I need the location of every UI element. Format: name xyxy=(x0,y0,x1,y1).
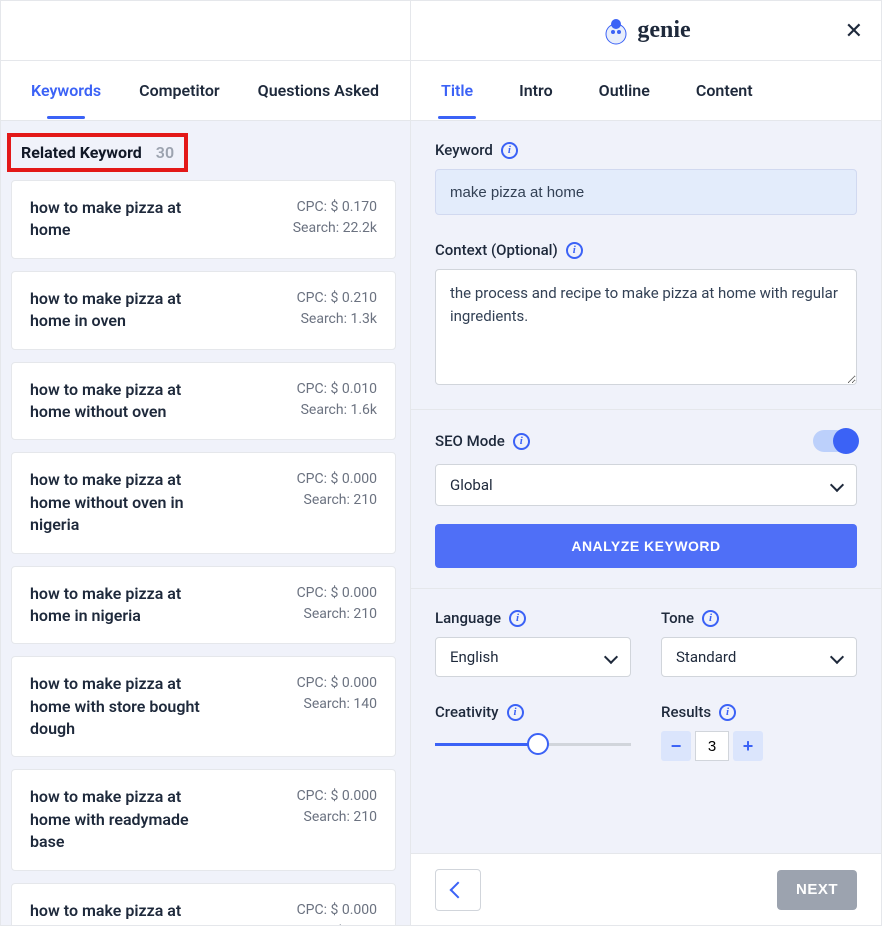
tab-outline[interactable]: Outline xyxy=(599,63,650,118)
keyword-text: how to make pizza at home without oven i… xyxy=(30,469,215,536)
seo-mode-toggle[interactable] xyxy=(813,430,857,452)
back-button[interactable] xyxy=(435,869,481,911)
info-icon[interactable]: i xyxy=(566,242,583,259)
keyword-stats: CPC: $ 0.000Search: 210 xyxy=(297,469,377,511)
info-icon[interactable]: i xyxy=(509,610,526,627)
info-icon[interactable]: i xyxy=(719,704,736,721)
tab-questions[interactable]: Questions Asked xyxy=(258,63,379,118)
results-value[interactable] xyxy=(695,731,729,761)
search-value: Search: 1.3k xyxy=(297,309,377,330)
info-icon[interactable]: i xyxy=(501,142,518,159)
info-icon[interactable]: i xyxy=(513,433,530,450)
app-header: genie ✕ xyxy=(411,1,881,61)
next-button[interactable]: NEXT xyxy=(777,870,857,910)
tab-competitor[interactable]: Competitor xyxy=(139,63,220,118)
keyword-text: how to make pizza at home in microwave xyxy=(30,900,215,925)
cpc-value: CPC: $ 0.000 xyxy=(297,469,377,490)
related-title: Related Keyword xyxy=(21,143,142,162)
footer: NEXT xyxy=(411,853,881,925)
search-value: Search: 1.6k xyxy=(297,400,377,421)
chevron-down-icon xyxy=(830,478,844,492)
cpc-value: CPC: $ 0.010 xyxy=(297,379,377,400)
language-value: English xyxy=(450,648,499,666)
keyword-input[interactable] xyxy=(435,169,857,215)
right-tabs: Title Intro Outline Content xyxy=(411,61,881,121)
keyword-text: how to make pizza at home xyxy=(30,197,215,242)
keyword-stats: CPC: $ 0.210Search: 1.3k xyxy=(297,288,377,330)
context-label: Context (Optional) xyxy=(435,241,558,259)
keyword-stats: CPC: $ 0.000Search: 110 xyxy=(297,900,377,925)
tone-label: Tone xyxy=(661,609,694,627)
close-button[interactable]: ✕ xyxy=(845,18,863,44)
chevron-down-icon xyxy=(830,650,844,664)
keyword-card[interactable]: how to make pizza at home without oven i… xyxy=(11,452,396,553)
cpc-value: CPC: $ 0.000 xyxy=(297,583,377,604)
genie-icon xyxy=(601,16,631,46)
language-select[interactable]: English xyxy=(435,637,631,677)
tab-intro[interactable]: Intro xyxy=(519,63,553,118)
search-value: Search: 110 xyxy=(297,921,377,925)
results-stepper: − + xyxy=(661,731,857,761)
search-value: Search: 22.2k xyxy=(293,218,377,239)
info-icon[interactable]: i xyxy=(507,704,524,721)
search-value: Search: 210 xyxy=(297,807,377,828)
search-value: Search: 140 xyxy=(297,694,377,715)
region-select[interactable]: Global xyxy=(435,464,857,506)
creativity-slider[interactable] xyxy=(435,733,631,755)
results-label: Results xyxy=(661,703,711,721)
chevron-down-icon xyxy=(604,650,618,664)
keyword-text: how to make pizza at home in nigeria xyxy=(30,583,215,628)
related-keyword-header: Related Keyword 30 xyxy=(7,133,188,172)
keyword-text: how to make pizza at home with store bou… xyxy=(30,673,215,740)
keyword-card[interactable]: how to make pizza at home CPC: $ 0.170Sea… xyxy=(11,180,396,259)
keyword-stats: CPC: $ 0.170Search: 22.2k xyxy=(293,197,377,239)
keyword-card[interactable]: how to make pizza at home with readymade… xyxy=(11,769,396,870)
left-panel: Keywords Competitor Questions Asked Rela… xyxy=(1,1,411,925)
cpc-value: CPC: $ 0.000 xyxy=(297,673,377,694)
brand-logo: genie xyxy=(601,16,690,46)
related-count: 30 xyxy=(156,143,174,162)
right-panel: genie ✕ Title Intro Outline Content Keyw… xyxy=(411,1,881,925)
info-icon[interactable]: i xyxy=(702,610,719,627)
keyword-card[interactable]: how to make pizza at home without oven CP… xyxy=(11,362,396,441)
keyword-card[interactable]: how to make pizza at home in oven CPC: $ … xyxy=(11,271,396,350)
keyword-text: how to make pizza at home in oven xyxy=(30,288,215,333)
tab-keywords[interactable]: Keywords xyxy=(31,63,101,118)
tone-value: Standard xyxy=(676,648,736,666)
search-value: Search: 210 xyxy=(297,604,377,625)
left-tabs: Keywords Competitor Questions Asked xyxy=(1,61,410,121)
tab-content[interactable]: Content xyxy=(696,63,753,118)
seo-mode-label: SEO Mode xyxy=(435,432,505,450)
tone-select[interactable]: Standard xyxy=(661,637,857,677)
cpc-value: CPC: $ 0.000 xyxy=(297,900,377,921)
analyze-keyword-button[interactable]: ANALYZE KEYWORD xyxy=(435,524,857,568)
brand-name: genie xyxy=(637,17,690,44)
keyword-stats: CPC: $ 0.000Search: 210 xyxy=(297,583,377,625)
keyword-card[interactable]: how to make pizza at home in microwave CP… xyxy=(11,883,396,925)
cpc-value: CPC: $ 0.000 xyxy=(297,786,377,807)
keyword-stats: CPC: $ 0.000Search: 210 xyxy=(297,786,377,828)
keyword-stats: CPC: $ 0.010Search: 1.6k xyxy=(297,379,377,421)
keyword-text: how to make pizza at home without oven xyxy=(30,379,215,424)
keyword-card[interactable]: how to make pizza at home in nigeria CPC:… xyxy=(11,566,396,645)
keyword-card[interactable]: how to make pizza at home with store bou… xyxy=(11,656,396,757)
keyword-label: Keyword xyxy=(435,141,493,159)
tab-title[interactable]: Title xyxy=(441,63,473,118)
language-label: Language xyxy=(435,609,501,627)
keyword-stats: CPC: $ 0.000Search: 140 xyxy=(297,673,377,715)
left-header-blank xyxy=(1,1,410,61)
region-value: Global xyxy=(450,476,493,494)
keyword-text: how to make pizza at home with readymade… xyxy=(30,786,215,853)
decrement-button[interactable]: − xyxy=(661,731,691,761)
increment-button[interactable]: + xyxy=(733,731,763,761)
form-body: Keyword i Context (Optional) i SEO Mode … xyxy=(411,121,881,853)
keyword-list[interactable]: Related Keyword 30 how to make pizza at … xyxy=(1,121,410,925)
cpc-value: CPC: $ 0.170 xyxy=(293,197,377,218)
creativity-label: Creativity xyxy=(435,703,499,721)
search-value: Search: 210 xyxy=(297,490,377,511)
cpc-value: CPC: $ 0.210 xyxy=(297,288,377,309)
context-textarea[interactable] xyxy=(435,269,857,385)
chevron-left-icon xyxy=(450,881,467,898)
